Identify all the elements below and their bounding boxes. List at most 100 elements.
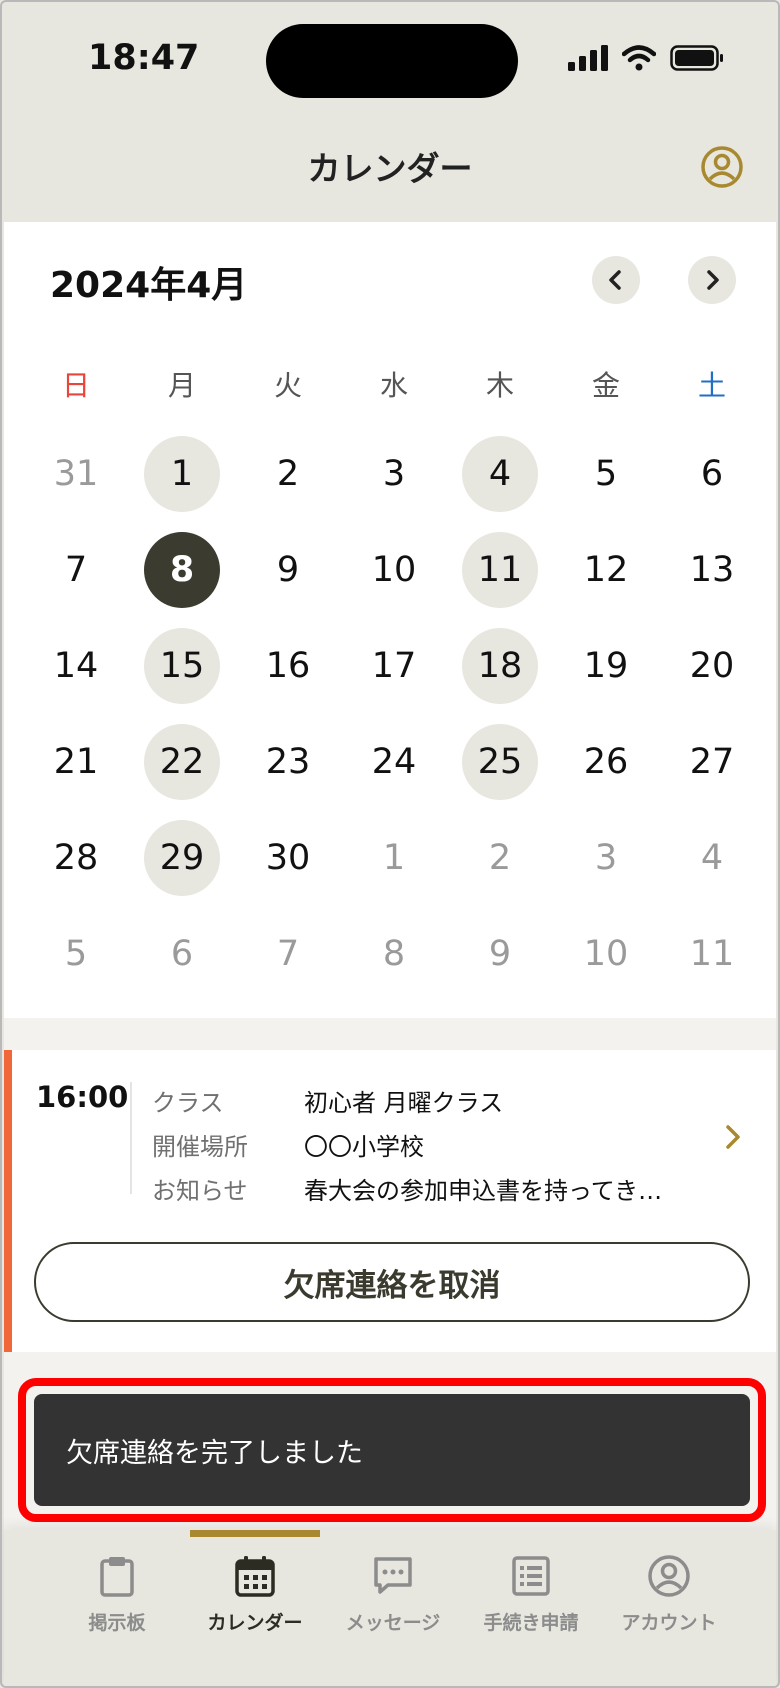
calendar-day[interactable]: 17 [341, 618, 447, 714]
calendar-day[interactable]: 9 [447, 906, 553, 1002]
day-number: 2 [488, 838, 512, 878]
calendar-day[interactable]: 10 [341, 522, 447, 618]
calendar-day-selected[interactable]: 8 [129, 522, 235, 618]
day-number: 8 [144, 532, 220, 608]
calendar-day[interactable]: 3 [553, 810, 659, 906]
weekday-label: 木 [485, 369, 514, 402]
weekday-label: 月 [167, 369, 196, 402]
chevron-right-icon[interactable] [718, 1122, 748, 1152]
tab-bar: 掲示板 カレンダー メッセージ 手続き申請 アカウント [4, 1530, 776, 1686]
tab-label: メッセージ [345, 1612, 441, 1634]
day-number: 3 [382, 454, 406, 494]
message-icon [374, 1557, 412, 1594]
event-time: 16:00 [36, 1080, 129, 1114]
calendar-day[interactable]: 19 [553, 618, 659, 714]
event-details: クラス 初心者 月曜クラス 開催場所 〇〇小学校 お知らせ 春大会の参加申込書を… [152, 1078, 662, 1210]
weekday-label: 水 [379, 369, 408, 402]
calendar-week: 14 15 16 17 18 19 20 [23, 618, 765, 714]
calendar-day[interactable]: 6 [659, 426, 765, 522]
calendar-day[interactable]: 11 [659, 906, 765, 1002]
day-number: 3 [594, 838, 618, 878]
calendar-day[interactable]: 1 [129, 426, 235, 522]
calendar-day[interactable]: 31 [23, 426, 129, 522]
calendar-day[interactable]: 11 [447, 522, 553, 618]
toast-message: 欠席連絡を完了しました [34, 1394, 750, 1506]
calendar-day[interactable]: 21 [23, 714, 129, 810]
day-number: 18 [462, 628, 538, 704]
tab-messages[interactable]: メッセージ [324, 1550, 462, 1635]
calendar-day[interactable]: 20 [659, 618, 765, 714]
calendar-day[interactable]: 5 [23, 906, 129, 1002]
calendar-day[interactable]: 12 [553, 522, 659, 618]
calendar-day[interactable]: 30 [235, 810, 341, 906]
tab-board[interactable]: 掲示板 [48, 1550, 186, 1635]
event-accent-bar [4, 1050, 12, 1352]
calendar-day[interactable]: 23 [235, 714, 341, 810]
calendar-day[interactable]: 5 [553, 426, 659, 522]
calendar-day[interactable]: 26 [553, 714, 659, 810]
calendar-day[interactable]: 1 [341, 810, 447, 906]
weekday-header: 日月火水木金土 [23, 364, 765, 404]
tab-label: カレンダー [207, 1612, 303, 1634]
calendar-day[interactable]: 13 [659, 522, 765, 618]
calendar-day[interactable]: 7 [23, 522, 129, 618]
calendar-day[interactable]: 6 [129, 906, 235, 1002]
prev-month-button[interactable] [592, 256, 640, 304]
day-number: 10 [371, 550, 417, 590]
calendar-day[interactable]: 7 [235, 906, 341, 1002]
next-month-button[interactable] [688, 256, 736, 304]
calendar-day[interactable]: 15 [129, 618, 235, 714]
calendar-day[interactable]: 3 [341, 426, 447, 522]
tab-calendar[interactable]: カレンダー [186, 1550, 324, 1635]
calendar-day[interactable]: 27 [659, 714, 765, 810]
form-icon [512, 1556, 550, 1596]
day-number: 28 [53, 838, 99, 878]
calendar-day[interactable]: 2 [447, 810, 553, 906]
day-number: 9 [276, 550, 300, 590]
calendar-day[interactable]: 9 [235, 522, 341, 618]
calendar-day[interactable]: 29 [129, 810, 235, 906]
day-number: 11 [689, 934, 735, 974]
calendar-day[interactable]: 28 [23, 810, 129, 906]
weekday-label: 土 [697, 369, 726, 402]
day-number: 24 [371, 742, 417, 782]
event-card[interactable]: 16:00 クラス 初心者 月曜クラス 開催場所 〇〇小学校 お知らせ 春大会の… [4, 1050, 776, 1352]
account-icon[interactable] [700, 145, 744, 189]
tab-procedures[interactable]: 手続き申請 [462, 1550, 600, 1635]
day-number: 8 [382, 934, 406, 974]
weekday-label: 火 [273, 369, 302, 402]
tab-label: アカウント [621, 1612, 717, 1634]
event-value: 〇〇小学校 [304, 1132, 424, 1161]
calendar-day[interactable]: 14 [23, 618, 129, 714]
calendar-day[interactable]: 10 [553, 906, 659, 1002]
event-row-class: クラス 初心者 月曜クラス [152, 1078, 662, 1122]
cancel-absence-button[interactable]: 欠席連絡を取消 [34, 1242, 750, 1322]
battery-icon [670, 45, 723, 71]
calendar-day[interactable]: 16 [235, 618, 341, 714]
calendar-day[interactable]: 2 [235, 426, 341, 522]
tab-account[interactable]: アカウント [600, 1550, 738, 1635]
calendar-day[interactable]: 25 [447, 714, 553, 810]
event-label: お知らせ [152, 1176, 248, 1205]
calendar-day[interactable]: 4 [659, 810, 765, 906]
dynamic-island [266, 24, 518, 98]
calendar-day[interactable]: 4 [447, 426, 553, 522]
chevron-right-icon [707, 270, 719, 290]
calendar-day[interactable]: 24 [341, 714, 447, 810]
calendar-day[interactable]: 8 [341, 906, 447, 1002]
account-icon [648, 1555, 690, 1597]
calendar-day[interactable]: 22 [129, 714, 235, 810]
day-number: 23 [265, 742, 311, 782]
calendar-day[interactable]: 18 [447, 618, 553, 714]
calendar-week: 5 6 7 8 9 10 11 [23, 906, 765, 1002]
day-number: 7 [276, 934, 300, 974]
active-tab-indicator [190, 1530, 320, 1537]
calendar-week: 31 1 2 3 4 5 6 [23, 426, 765, 522]
day-number: 26 [583, 742, 629, 782]
calendar-icon [235, 1556, 275, 1597]
weekday-label: 日 [61, 369, 90, 402]
tab-label: 手続き申請 [483, 1612, 579, 1634]
status-icons [568, 42, 724, 74]
day-number: 5 [594, 454, 618, 494]
signal-icon [568, 45, 608, 71]
